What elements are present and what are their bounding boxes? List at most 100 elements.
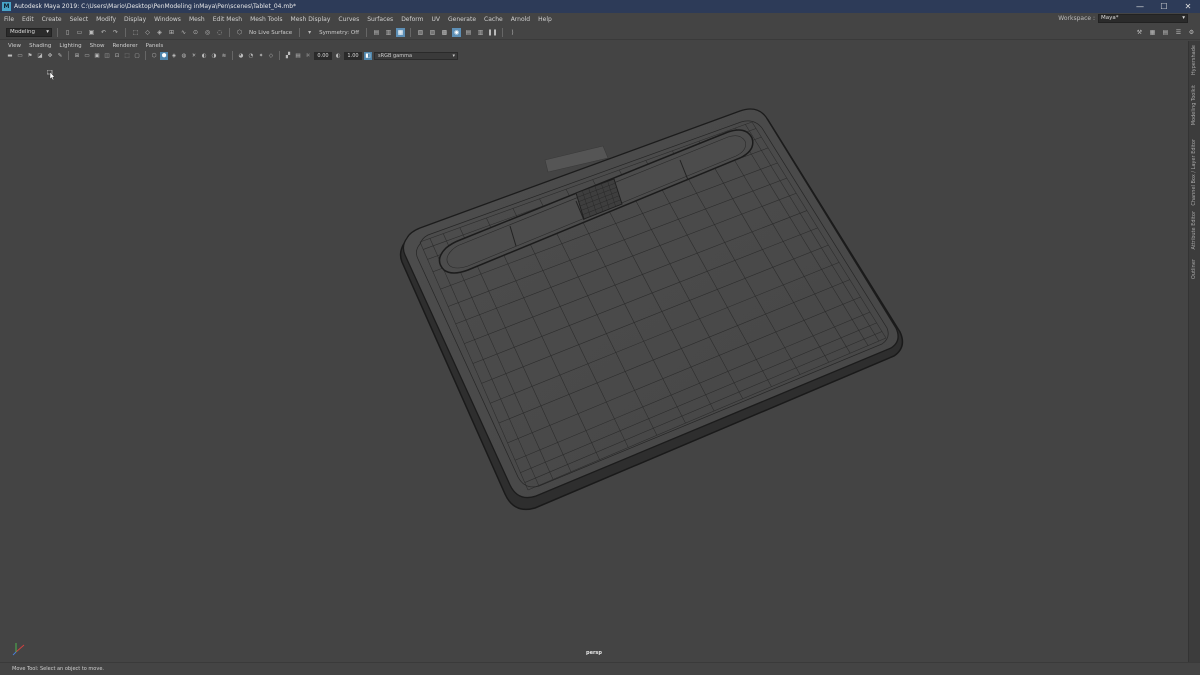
minimize-button[interactable]: —: [1128, 0, 1152, 13]
anti-aliasing-icon[interactable]: ≋: [220, 52, 228, 60]
panel-menu-lighting[interactable]: Lighting: [55, 43, 85, 49]
maximize-button[interactable]: ☐: [1152, 0, 1176, 13]
panel-menu-shading[interactable]: Shading: [25, 43, 55, 49]
menu-help[interactable]: Help: [534, 16, 556, 23]
tab-hypershade[interactable]: Hypershade: [1191, 45, 1199, 75]
modeling-toolkit-icon[interactable]: ⚒: [1135, 28, 1144, 37]
snap-point-icon[interactable]: ⊙: [191, 28, 200, 37]
xray-joints-icon[interactable]: ✦: [257, 52, 265, 60]
tab-channel-box[interactable]: Channel Box / Layer Editor: [1191, 139, 1199, 206]
menu-modify[interactable]: Modify: [92, 16, 120, 23]
xray-active-icon[interactable]: ◇: [267, 52, 275, 60]
bookmark-icon[interactable]: ⚑: [26, 52, 34, 60]
film-gate-icon[interactable]: ▭: [83, 52, 91, 60]
textured-icon[interactable]: ◍: [180, 52, 188, 60]
open-scene-icon[interactable]: ▭: [75, 28, 84, 37]
select-component-icon[interactable]: ◈: [155, 28, 164, 37]
construction-history-icon[interactable]: ▤: [372, 28, 381, 37]
menu-edit-mesh[interactable]: Edit Mesh: [209, 16, 246, 23]
ambient-occlusion-icon[interactable]: ◑: [210, 52, 218, 60]
menu-set-dropdown[interactable]: Modeling ▾: [6, 28, 52, 37]
image-plane-icon[interactable]: ◪: [36, 52, 44, 60]
tab-modeling-toolkit[interactable]: Modeling Toolkit: [1191, 85, 1199, 125]
tab-attribute-editor[interactable]: Attribute Editor: [1191, 211, 1199, 249]
panel-menu-view[interactable]: View: [4, 43, 25, 49]
redo-icon[interactable]: ↷: [111, 28, 120, 37]
undo-icon[interactable]: ↶: [99, 28, 108, 37]
live-surface-field[interactable]: No Live Surface: [247, 30, 294, 36]
field-chart-icon[interactable]: ⊡: [113, 52, 121, 60]
exposure-icon[interactable]: ☼: [304, 52, 312, 60]
hud-icon[interactable]: ▤: [294, 52, 302, 60]
camera-select-icon[interactable]: ▬: [6, 52, 14, 60]
menu-curves[interactable]: Curves: [334, 16, 363, 23]
panel-menu-renderer[interactable]: Renderer: [108, 43, 141, 49]
select-hierarchy-icon[interactable]: ⬚: [131, 28, 140, 37]
wireframe-icon[interactable]: ⬡: [150, 52, 158, 60]
safe-action-icon[interactable]: ⬚: [123, 52, 131, 60]
menu-file[interactable]: File: [0, 16, 18, 23]
grease-pencil-icon[interactable]: ✎: [56, 52, 64, 60]
safe-title-icon[interactable]: ▢: [133, 52, 141, 60]
close-button[interactable]: ✕: [1176, 0, 1200, 13]
perspective-viewport[interactable]: persp: [0, 62, 1188, 662]
arnold-render-icon[interactable]: ◉: [452, 28, 462, 37]
camera-attributes-icon[interactable]: ▭: [16, 52, 24, 60]
menu-mesh-display[interactable]: Mesh Display: [287, 16, 335, 23]
grid-icon[interactable]: ⊞: [73, 52, 81, 60]
menu-mesh-tools[interactable]: Mesh Tools: [246, 16, 286, 23]
menu-windows[interactable]: Windows: [150, 16, 185, 23]
gamma-field[interactable]: 1.00: [344, 51, 362, 60]
new-scene-icon[interactable]: ▯: [63, 28, 72, 37]
menu-edit[interactable]: Edit: [18, 16, 38, 23]
menu-surfaces[interactable]: Surfaces: [363, 16, 397, 23]
menu-create[interactable]: Create: [38, 16, 66, 23]
menu-uv[interactable]: UV: [428, 16, 445, 23]
channel-box-icon[interactable]: ☰: [1174, 28, 1183, 37]
live-surface-icon[interactable]: ⬡: [235, 28, 244, 37]
render-settings-icon[interactable]: ▨: [428, 28, 437, 37]
resolution-gate-icon[interactable]: ▣: [93, 52, 101, 60]
menu-deform[interactable]: Deform: [397, 16, 427, 23]
settings-gear-icon[interactable]: ⚙: [1187, 28, 1196, 37]
gate-mask-icon[interactable]: ◫: [103, 52, 111, 60]
select-object-icon[interactable]: ◇: [143, 28, 152, 37]
snap-curve-icon[interactable]: ∿: [179, 28, 188, 37]
menu-generate[interactable]: Generate: [444, 16, 480, 23]
tablet-mesh-model[interactable]: [0, 62, 1188, 662]
backface-culling-icon[interactable]: ▞: [284, 52, 292, 60]
hypershade-icon[interactable]: ▩: [440, 28, 449, 37]
exposure-field[interactable]: 0.00: [314, 51, 332, 60]
render-sequence-icon[interactable]: ▤: [464, 28, 473, 37]
symmetry-dropdown-icon[interactable]: ▾: [305, 28, 314, 37]
menu-mesh[interactable]: Mesh: [185, 16, 209, 23]
isolate-select-icon[interactable]: ◕: [237, 52, 245, 60]
render-current-icon[interactable]: ▦: [396, 28, 406, 37]
tab-outliner[interactable]: Outliner: [1191, 259, 1199, 279]
menu-arnold[interactable]: Arnold: [507, 16, 534, 23]
menu-display[interactable]: Display: [120, 16, 150, 23]
ipr-render-icon[interactable]: ▧: [416, 28, 425, 37]
smooth-shade-icon[interactable]: ⬢: [160, 51, 168, 60]
snap-view-icon[interactable]: ◎: [203, 28, 212, 37]
panel-menu-show[interactable]: Show: [86, 43, 109, 49]
pause-icon[interactable]: ❚❚: [487, 28, 497, 37]
view-transform-dropdown[interactable]: sRGB gamma ▾: [374, 51, 458, 60]
attribute-editor-icon[interactable]: ▦: [1148, 28, 1157, 37]
toggle-panel-icon[interactable]: ⟩: [508, 28, 517, 37]
gamma-icon[interactable]: ◐: [334, 52, 342, 60]
shadows-icon[interactable]: ◐: [200, 52, 208, 60]
playblast-icon[interactable]: ▥: [476, 28, 485, 37]
snap-grid-icon[interactable]: ⊞: [167, 28, 176, 37]
lasso-icon[interactable]: ◌: [215, 28, 224, 37]
use-all-lights-icon[interactable]: ☀: [190, 52, 198, 60]
save-scene-icon[interactable]: ▣: [87, 28, 96, 37]
panel-menu-panels[interactable]: Panels: [142, 43, 168, 49]
render-view-icon[interactable]: ▥: [384, 28, 393, 37]
menu-cache[interactable]: Cache: [480, 16, 507, 23]
2d-pan-icon[interactable]: ✥: [46, 52, 54, 60]
color-management-icon[interactable]: ◧: [364, 51, 372, 60]
symmetry-field[interactable]: Symmetry: Off: [317, 30, 361, 36]
workspace-dropdown[interactable]: Maya* ▾: [1098, 14, 1188, 23]
menu-select[interactable]: Select: [66, 16, 93, 23]
